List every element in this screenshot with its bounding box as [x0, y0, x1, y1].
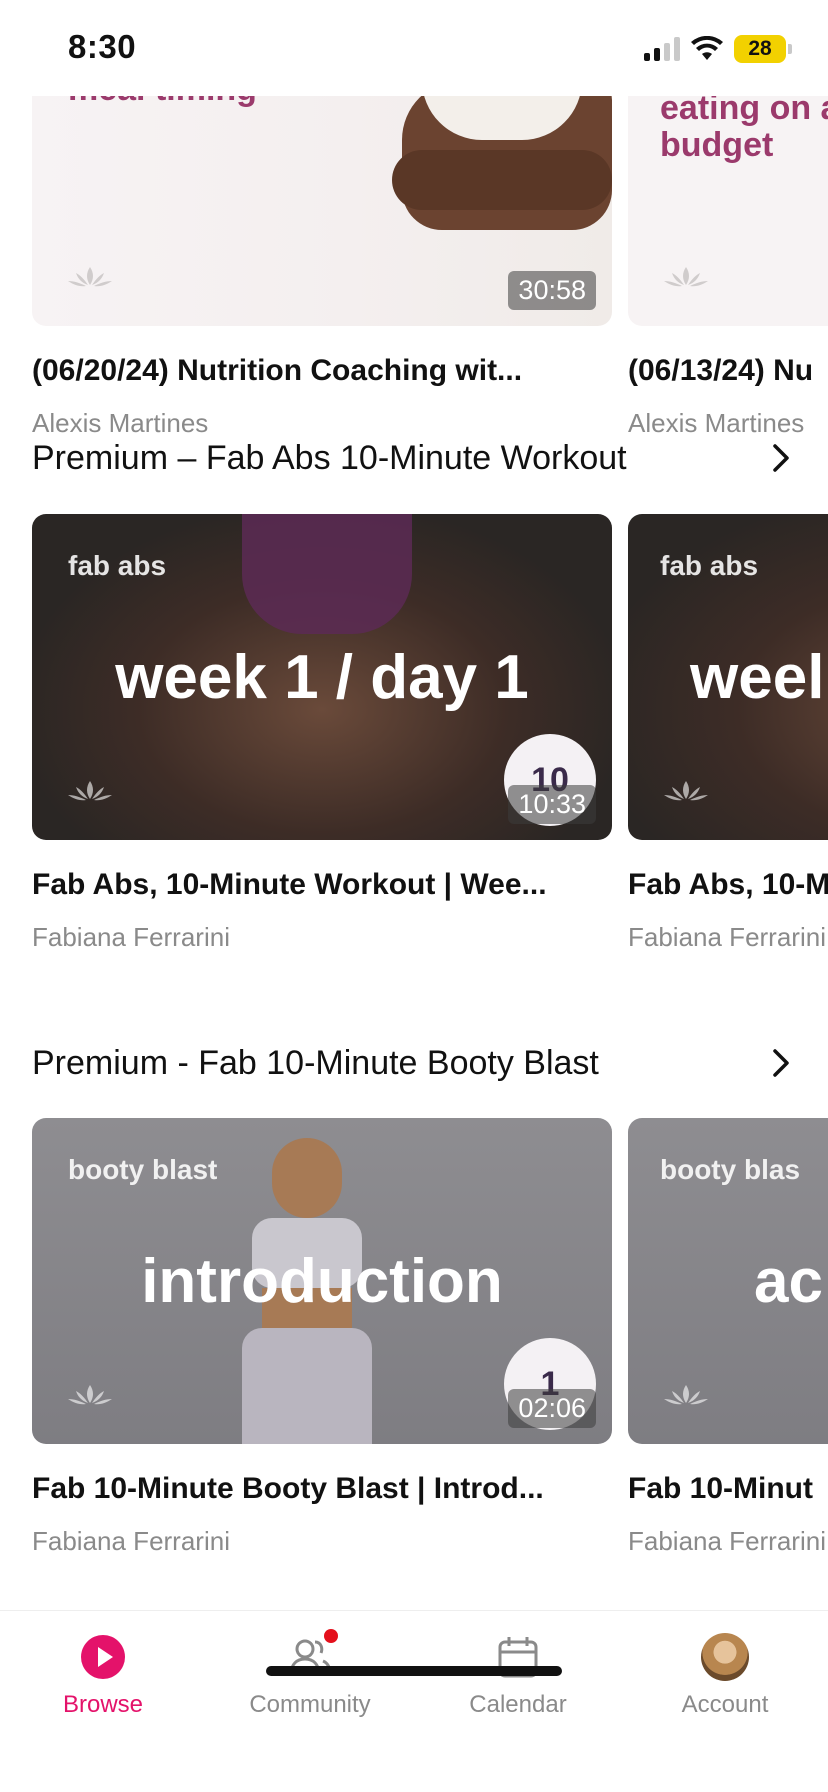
video-title[interactable]: Fab 10-Minute Booty Blast | Introd... [32, 1472, 612, 1506]
video-card[interactable]: booty blast introduction 1 02:06 Fab 10-… [32, 1118, 612, 1557]
video-title[interactable]: (06/20/24) Nutrition Coaching wit... [32, 354, 612, 388]
video-title[interactable]: Fab 10-Minut [628, 1472, 828, 1506]
battery-icon: 28 [734, 35, 792, 63]
tab-label: Browse [62, 1691, 144, 1718]
thumbnail-series-label: fab abs [660, 550, 759, 581]
tab-label: Account [681, 1691, 769, 1718]
thumbnail-series-label: booty blast [68, 1154, 218, 1185]
lotus-logo-icon [66, 265, 114, 294]
thumbnail-episode-label: week 1 / day 1 [115, 643, 529, 712]
lotus-logo-icon [66, 1383, 114, 1412]
lotus-logo-icon [662, 1383, 710, 1412]
video-author: Fabiana Ferrarini [628, 1526, 826, 1556]
chevron-right-icon[interactable] [766, 1048, 796, 1078]
video-author: Fabiana Ferrarini [32, 922, 230, 952]
browse-content[interactable]: meal timing 30:58 (06/20/24) Nutrition C… [0, 0, 828, 1610]
video-duration: 02:06 [508, 1389, 596, 1428]
thumbnail-overlay-text: eating on a budget [660, 89, 828, 165]
video-title[interactable]: Fab Abs, 10-Minute Workout | Wee... [32, 868, 612, 902]
section-header-fab-abs[interactable]: Premium – Fab Abs 10-Minute Workout [32, 433, 796, 483]
tab-calendar[interactable]: Calendar [433, 1633, 603, 1719]
thumbnail-episode-label: ac [754, 1247, 823, 1316]
avatar [701, 1633, 749, 1681]
home-indicator [266, 1666, 562, 1676]
wifi-icon [690, 36, 724, 62]
thumbnail-series-label: booty blas [660, 1154, 801, 1185]
play-circle-icon [79, 1633, 127, 1681]
account-avatar [701, 1633, 749, 1681]
video-thumbnail[interactable]: booty blast introduction 1 02:06 [32, 1118, 612, 1444]
thumbnail-episode-label: weel [690, 643, 825, 712]
cellular-signal-icon [644, 37, 680, 61]
video-title[interactable]: (06/13/24) Nu [628, 354, 828, 388]
video-card[interactable]: booty blas ac Fab 10-Minut Fabiana Ferra… [628, 1118, 828, 1557]
status-time: 8:30 [68, 28, 137, 65]
video-duration: 10:33 [508, 785, 596, 824]
video-author: Fabiana Ferrarini [628, 922, 826, 952]
battery-level: 28 [734, 35, 786, 63]
video-card[interactable]: fab abs weel Fab Abs, 10-M Fabiana Ferra… [628, 514, 828, 953]
bottom-tab-bar: Browse Community Calendar Account [0, 1610, 828, 1792]
lotus-logo-icon [662, 265, 710, 294]
video-duration: 30:58 [508, 271, 596, 310]
lotus-logo-icon [662, 779, 710, 808]
video-author: Fabiana Ferrarini [32, 1526, 230, 1556]
tab-account[interactable]: Account [640, 1633, 810, 1719]
video-title[interactable]: Fab Abs, 10-M [628, 868, 828, 902]
status-bar: 8:30 28 [0, 0, 828, 96]
video-thumbnail[interactable]: fab abs weel [628, 514, 828, 840]
lotus-logo-icon [66, 779, 114, 808]
chevron-right-icon[interactable] [766, 443, 796, 473]
section-title: Premium - Fab 10-Minute Booty Blast [32, 1043, 599, 1082]
video-thumbnail[interactable]: fab abs week 1 / day 1 10 10:33 [32, 514, 612, 840]
tab-label: Community [249, 1691, 371, 1718]
tab-label: Calendar [469, 1691, 567, 1718]
tab-browse[interactable]: Browse [18, 1633, 188, 1719]
status-icons: 28 [644, 34, 792, 64]
section-header-booty-blast[interactable]: Premium - Fab 10-Minute Booty Blast [32, 1038, 796, 1088]
thumbnail-episode-label: introduction [141, 1247, 503, 1316]
thumbnail-series-label: fab abs [68, 550, 167, 581]
video-thumbnail[interactable]: booty blas ac [628, 1118, 828, 1444]
tab-community[interactable]: Community [225, 1629, 395, 1719]
video-card[interactable]: fab abs week 1 / day 1 10 10:33 Fab Abs,… [32, 514, 612, 953]
section-title: Premium – Fab Abs 10-Minute Workout [32, 438, 627, 477]
notification-dot [324, 1629, 338, 1643]
